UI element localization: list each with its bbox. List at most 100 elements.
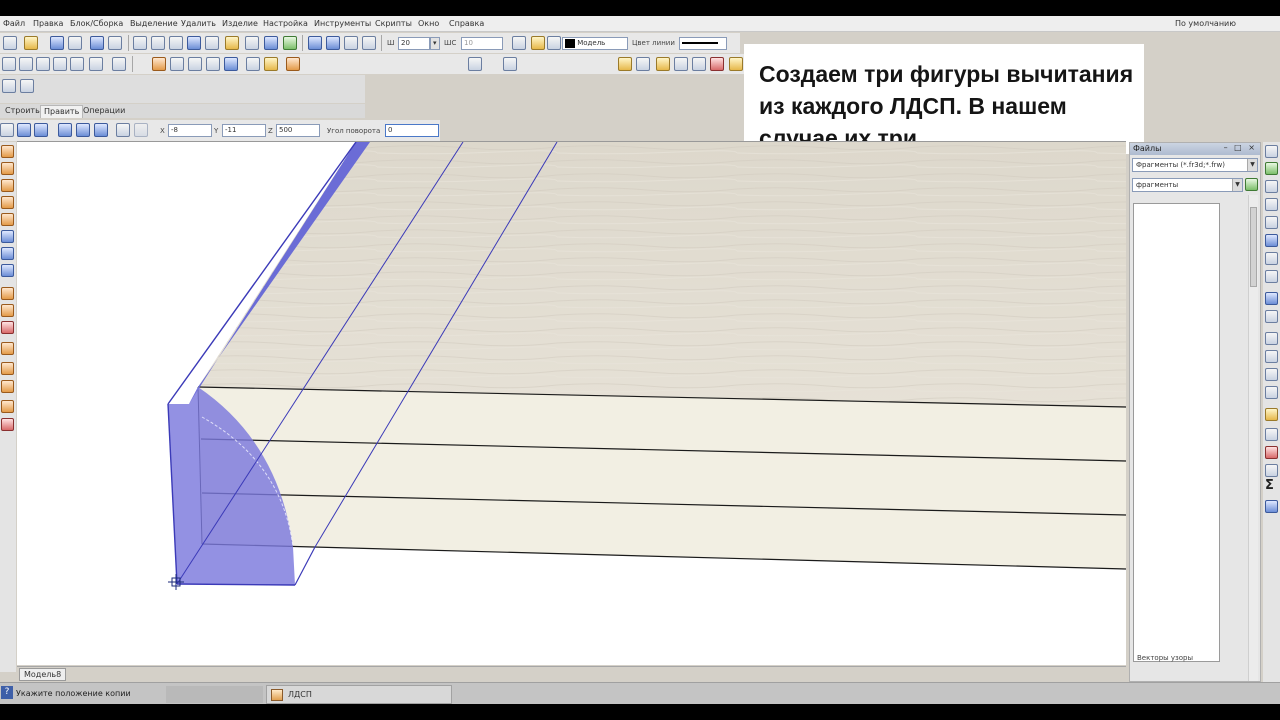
panel-tool-icon[interactable]	[1, 145, 14, 158]
frontal-panel-icon[interactable]	[1, 196, 14, 209]
assembly-icon[interactable]	[1265, 332, 1278, 345]
edge-band-icon[interactable]	[1265, 198, 1278, 211]
accessory-icon[interactable]	[1, 418, 14, 431]
axis-icon[interactable]	[468, 57, 482, 71]
scrollbar-thumb[interactable]	[1250, 207, 1257, 287]
menu-file[interactable]: Файл	[3, 19, 25, 28]
measure-icon[interactable]	[225, 36, 239, 50]
hardware-icon[interactable]	[1265, 270, 1278, 283]
3d-viewport[interactable]	[17, 141, 1126, 665]
rod-icon[interactable]	[1, 247, 14, 260]
tab-edit[interactable]: Править	[40, 105, 84, 118]
dimension-icon[interactable]	[1265, 428, 1278, 441]
menu-edit[interactable]: Правка	[33, 19, 63, 28]
dashed-line-icon[interactable]	[20, 79, 34, 93]
rotation-angle-field[interactable]: 0	[385, 124, 439, 137]
materials-icon[interactable]	[286, 57, 300, 71]
shaded-mode-icon[interactable]	[152, 57, 166, 71]
find-icon[interactable]	[692, 57, 706, 71]
drill-icon[interactable]	[1265, 234, 1278, 247]
x-coordinate-field[interactable]: -8	[168, 124, 212, 137]
menu-delete[interactable]: Удалить	[181, 19, 216, 28]
new-file-icon[interactable]	[3, 36, 17, 50]
pan-icon[interactable]	[362, 36, 376, 50]
menu-selection[interactable]: Выделение	[130, 19, 178, 28]
layer-select[interactable]: Модель	[562, 37, 628, 50]
camera-icon[interactable]	[246, 57, 260, 71]
magnet-icon[interactable]	[187, 36, 201, 50]
menu-tools[interactable]: Инструменты	[314, 19, 371, 28]
materials-library-icon[interactable]	[710, 57, 724, 71]
wireframe-mode-icon[interactable]	[170, 57, 184, 71]
library-icon[interactable]	[1265, 162, 1278, 175]
mirror-tool-icon[interactable]	[58, 123, 72, 137]
menu-block-assembly[interactable]: Блок/Сборка	[70, 19, 123, 28]
tab-model[interactable]: Модель8	[19, 668, 67, 681]
line-color-select[interactable]	[679, 37, 727, 50]
select-edit-icon[interactable]	[636, 57, 650, 71]
y-coordinate-field[interactable]: -11	[222, 124, 266, 137]
joints-icon[interactable]	[1265, 368, 1278, 381]
extrude-icon[interactable]	[1, 287, 14, 300]
vertical-panel-icon[interactable]	[1, 162, 14, 175]
panels-mode-icon[interactable]	[224, 57, 238, 71]
redo-icon[interactable]	[108, 36, 122, 50]
export-icon[interactable]	[1265, 500, 1278, 513]
print-icon[interactable]	[68, 36, 82, 50]
array-tool-icon[interactable]	[76, 123, 90, 137]
grid-icon[interactable]	[151, 36, 165, 50]
view-left-icon[interactable]	[36, 57, 50, 71]
view-back-icon[interactable]	[19, 57, 33, 71]
line-style-width-field[interactable]: 10	[461, 37, 503, 50]
zoom-all-icon[interactable]	[308, 36, 322, 50]
sum-icon[interactable]: Σ	[1265, 478, 1274, 493]
copy-tool-icon[interactable]	[0, 123, 14, 137]
select-objects-icon[interactable]	[618, 57, 632, 71]
lock-plane-icon[interactable]	[116, 123, 130, 137]
bookmark-icon[interactable]	[729, 57, 743, 71]
files-scrollbar[interactable]	[1248, 195, 1258, 681]
help-icon[interactable]: ?	[1, 686, 13, 699]
select-panels-icon[interactable]	[656, 57, 670, 71]
cut-icon[interactable]	[1, 321, 14, 334]
line-width-dropdown-button[interactable]: ▾	[430, 37, 440, 50]
arch-icon[interactable]	[1, 304, 14, 317]
dock-panel-icon[interactable]	[1265, 145, 1278, 158]
properties-icon[interactable]	[674, 57, 688, 71]
save-icon[interactable]	[50, 36, 64, 50]
folder-refresh-icon[interactable]	[1245, 178, 1258, 191]
view-iso-icon[interactable]	[89, 57, 103, 71]
light-bulb-icon[interactable]	[264, 57, 278, 71]
view-manager-icon[interactable]	[264, 36, 278, 50]
tab-operations[interactable]: Операции	[80, 105, 128, 118]
layer-visibility-icon[interactable]	[531, 36, 545, 50]
rotate-tool-icon[interactable]	[34, 123, 48, 137]
cut-list-icon[interactable]	[1265, 252, 1278, 265]
connectors-icon[interactable]	[1265, 386, 1278, 399]
menu-scripts[interactable]: Скрипты	[375, 19, 412, 28]
zoom-icon[interactable]	[344, 36, 358, 50]
open-file-icon[interactable]	[24, 36, 38, 50]
weight-icon[interactable]	[1265, 464, 1278, 477]
menu-window[interactable]: Окно	[418, 19, 439, 28]
chevron-down-icon[interactable]: ▼	[1232, 179, 1242, 191]
tab-build[interactable]: Строить	[2, 105, 43, 118]
panel-properties-icon[interactable]	[1265, 180, 1278, 193]
move-tool-icon[interactable]	[17, 123, 31, 137]
layers-icon[interactable]	[245, 36, 259, 50]
components-icon[interactable]	[1265, 350, 1278, 363]
polyline-icon[interactable]	[205, 36, 219, 50]
layer-lock-icon[interactable]	[547, 36, 561, 50]
hidden-lines-icon[interactable]	[188, 57, 202, 71]
zoom-window-icon[interactable]	[326, 36, 340, 50]
specification-icon[interactable]	[1265, 310, 1278, 323]
groove-icon[interactable]	[1265, 216, 1278, 229]
files-list[interactable]: Векторы узоры	[1133, 203, 1220, 662]
z-coordinate-field[interactable]: 500	[276, 124, 320, 137]
undo-icon[interactable]	[90, 36, 104, 50]
edges-mode-icon[interactable]	[206, 57, 220, 71]
file-filter-select[interactable]: Фрагменты (*.fr3d;*.frw) ▼	[1132, 158, 1258, 172]
menu-help[interactable]: Справка	[449, 19, 484, 28]
snap-settings-icon[interactable]	[503, 57, 517, 71]
snap-points-icon[interactable]	[133, 36, 147, 50]
